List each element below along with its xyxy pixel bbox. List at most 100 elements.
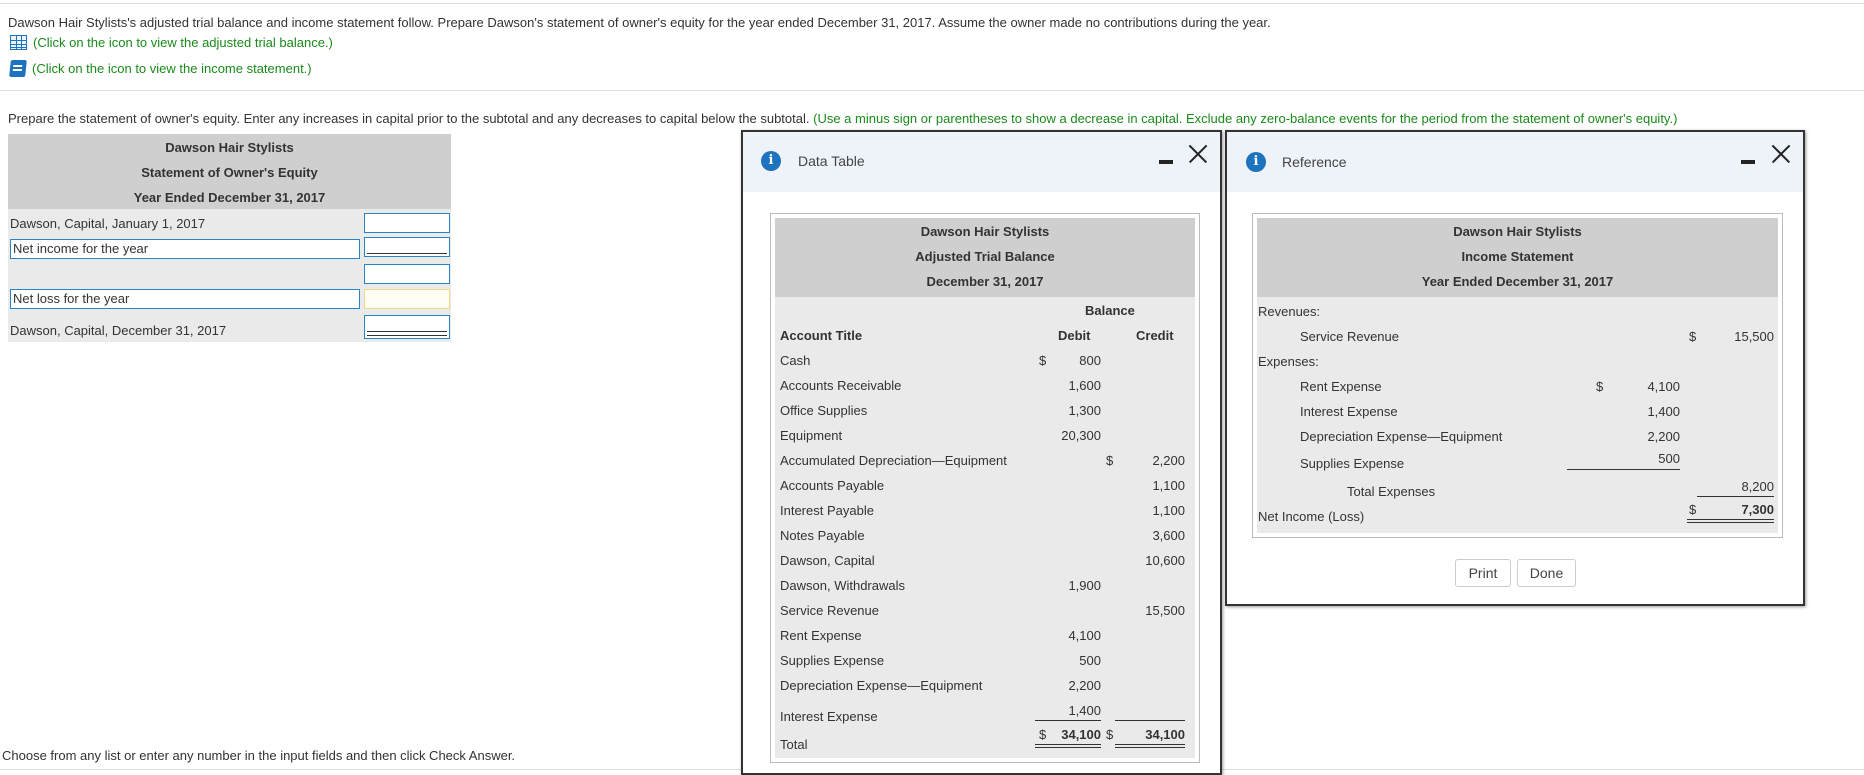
credit-total-rule — [1115, 720, 1185, 721]
done-button[interactable]: Done — [1517, 559, 1576, 587]
increase-account-select[interactable]: Net income for the year — [10, 239, 360, 259]
trial-balance-table-body: Dawson Hair Stylists Adjusted Trial Bala… — [775, 218, 1195, 758]
interest-expense-label: Interest Expense — [1300, 404, 1398, 419]
interest-expense-value: 1,400 — [1647, 404, 1680, 419]
trial-balance-header: Dawson Hair Stylists Adjusted Trial Bala… — [775, 218, 1195, 297]
debit-amount: 20,300 — [1061, 428, 1101, 443]
problem-prompt: Dawson Hair Stylists's adjusted trial ba… — [8, 15, 1271, 30]
income-statement-body: Dawson Hair Stylists Income Statement Ye… — [1257, 218, 1778, 533]
net-income-sign: $ — [1689, 502, 1697, 517]
trial-balance-date: December 31, 2017 — [926, 274, 1044, 289]
decrease-account-select-value: Net loss for the year — [13, 291, 130, 306]
debit-amount: 1,400 — [1068, 703, 1101, 718]
account-title: Office Supplies — [780, 403, 868, 418]
credit-amount: 1,100 — [1152, 503, 1185, 518]
credit-double-rule — [1115, 744, 1185, 748]
net-income-amount-input[interactable] — [364, 237, 450, 257]
capital-ending-label: Dawson, Capital, December 31, 2017 — [10, 323, 227, 338]
debit-double-rule — [1035, 744, 1101, 748]
reference-dialog-header: i Reference — [1227, 132, 1803, 192]
worksheet-body: Dawson, Capital, January 1, 2017 Net inc… — [8, 209, 451, 342]
debit-amount: 1,300 — [1068, 403, 1101, 418]
income-statement-link-text[interactable]: (Click on the icon to view the income st… — [32, 61, 312, 76]
data-table-dialog: i Data Table Dawson Hair Stylists Adjust… — [741, 130, 1222, 775]
worksheet-period: Year Ended December 31, 2017 — [133, 190, 326, 205]
info-icon: i — [1246, 152, 1266, 172]
supplies-expense-value: 500 — [1658, 451, 1680, 466]
account-title: Supplies Expense — [780, 653, 885, 668]
debit-amount: 2,200 — [1068, 678, 1101, 693]
account-title: Notes Payable — [780, 528, 865, 543]
income-statement-company: Dawson Hair Stylists — [1453, 224, 1582, 239]
debit-amount: 1,600 — [1068, 378, 1101, 393]
total-credit: 34,100 — [1145, 727, 1185, 742]
account-title: Equipment — [780, 428, 843, 443]
net-income-value: 7,300 — [1741, 502, 1774, 517]
close-icon[interactable] — [1188, 144, 1208, 164]
document-icon[interactable] — [9, 59, 27, 77]
capital-ending-amount-input[interactable] — [364, 315, 450, 339]
supplies-expense-label: Supplies Expense — [1300, 456, 1405, 471]
account-title: Dawson, Withdrawals — [780, 578, 905, 593]
account-title-header: Account Title — [780, 328, 863, 343]
account-title: Service Revenue — [780, 603, 879, 618]
worksheet-company: Dawson Hair Stylists — [165, 140, 294, 155]
credit-amount: 3,600 — [1152, 528, 1185, 543]
revenues-label: Revenues: — [1258, 304, 1321, 319]
account-title: Rent Expense — [780, 628, 862, 643]
section-divider — [0, 90, 1864, 91]
credit-amount: 15,500 — [1145, 603, 1185, 618]
rent-expense-label: Rent Expense — [1300, 379, 1382, 394]
income-statement-title: Income Statement — [1461, 249, 1574, 264]
account-title: Accounts Payable — [780, 478, 885, 493]
credit-sign: $ — [1106, 453, 1114, 468]
rent-expense-value: 4,100 — [1647, 379, 1680, 394]
worksheet-statement-title: Statement of Owner's Equity — [141, 165, 318, 180]
depreciation-expense-label: Depreciation Expense—Equipment — [1300, 429, 1503, 444]
reference-dialog-title: Reference — [1282, 154, 1347, 170]
income-statement-header: Dawson Hair Stylists Income Statement Ye… — [1257, 218, 1778, 297]
instruction-text: Prepare the statement of owner's equity.… — [8, 111, 810, 126]
capital-beginning-amount-input[interactable] — [364, 213, 450, 233]
print-button[interactable]: Print — [1455, 559, 1511, 587]
account-title: Accounts Receivable — [780, 378, 902, 393]
info-icon: i — [761, 151, 781, 171]
debit-amount: 500 — [1079, 653, 1101, 668]
table-icon[interactable] — [10, 34, 27, 50]
debit-amount: 1,900 — [1068, 578, 1101, 593]
trial-balance-link[interactable]: (Click on the icon to view the adjusted … — [10, 33, 333, 51]
account-title: Interest Payable — [780, 503, 874, 518]
decrease-account-select[interactable]: Net loss for the year — [10, 289, 360, 309]
total-expenses-rule — [1697, 496, 1774, 497]
debit-header: Debit — [1058, 328, 1091, 343]
expenses-label: Expenses: — [1258, 354, 1319, 369]
reference-dialog: i Reference Dawson Hair Stylists Income … — [1225, 130, 1805, 606]
net-income-double-rule — [1687, 519, 1774, 523]
subtotal-amount-input[interactable] — [364, 264, 450, 284]
rent-expense-sign: $ — [1596, 379, 1604, 394]
net-loss-amount-input[interactable] — [364, 289, 450, 309]
income-statement-link[interactable]: (Click on the icon to view the income st… — [9, 59, 312, 77]
instruction: Prepare the statement of owner's equity.… — [8, 111, 1677, 126]
close-icon[interactable] — [1771, 144, 1791, 164]
total-label: Total — [780, 737, 808, 752]
instruction-hint: (Use a minus sign or parentheses to show… — [813, 111, 1678, 126]
income-statement-table: Dawson Hair Stylists Income Statement Ye… — [1252, 213, 1783, 538]
minimize-icon[interactable] — [1159, 160, 1173, 164]
trial-balance-table: Dawson Hair Stylists Adjusted Trial Bala… — [770, 213, 1200, 763]
account-title: Accumulated Depreciation—Equipment — [780, 453, 1007, 468]
balance-header: Balance — [1085, 303, 1135, 318]
credit-header: Credit — [1136, 328, 1174, 343]
minimize-icon[interactable] — [1741, 160, 1755, 164]
trial-balance-company: Dawson Hair Stylists — [920, 224, 1050, 239]
trial-balance-link-text[interactable]: (Click on the icon to view the adjusted … — [33, 35, 333, 50]
trial-balance-title: Adjusted Trial Balance — [915, 249, 1055, 264]
account-title: Dawson, Capital — [780, 553, 875, 568]
credit-amount: 10,600 — [1145, 553, 1185, 568]
increase-account-select-value: Net income for the year — [13, 241, 149, 256]
account-title: Cash — [780, 353, 811, 368]
service-revenue-label: Service Revenue — [1300, 329, 1399, 344]
net-income-label: Net Income (Loss) — [1258, 509, 1365, 524]
credit-amount: 1,100 — [1152, 478, 1185, 493]
capital-beginning-label: Dawson, Capital, January 1, 2017 — [10, 216, 206, 231]
